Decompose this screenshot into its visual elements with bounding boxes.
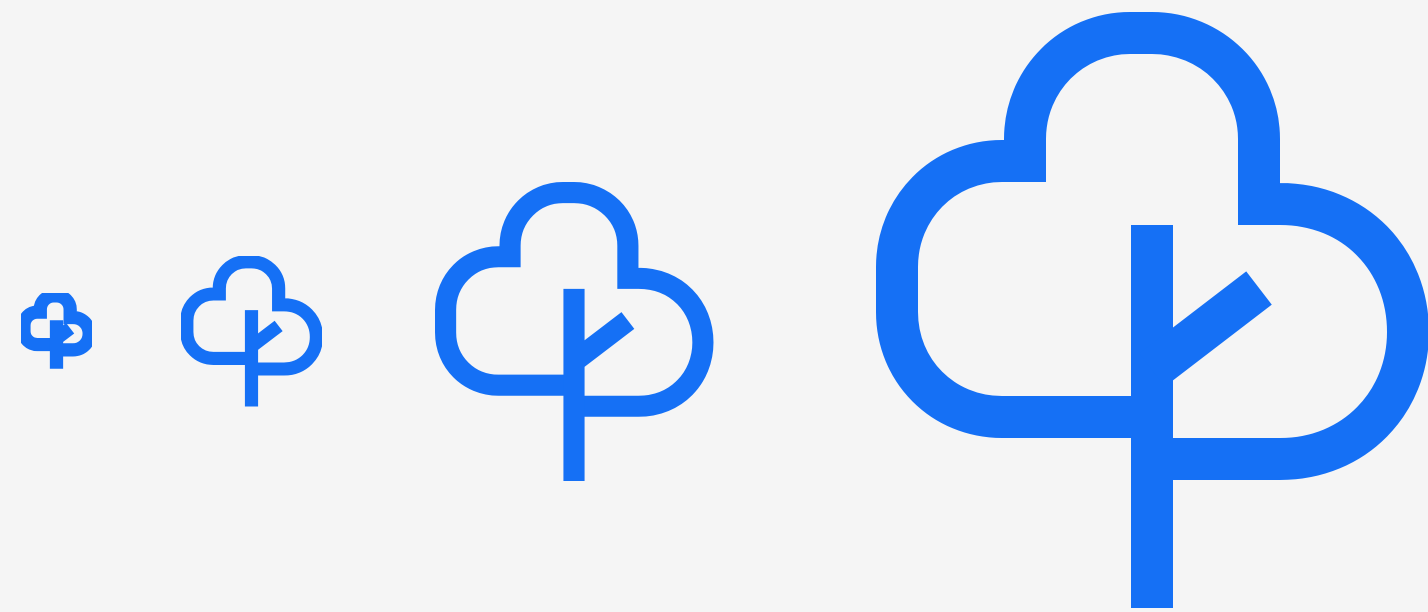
- tree-icon-medium: [181, 256, 322, 407]
- tree-icon-large: [434, 181, 714, 482]
- tree-icon-xlarge: [874, 10, 1428, 610]
- tree-branch: [52, 322, 75, 344]
- icon-showcase: [0, 0, 1428, 612]
- tree-icon-small: [21, 293, 92, 369]
